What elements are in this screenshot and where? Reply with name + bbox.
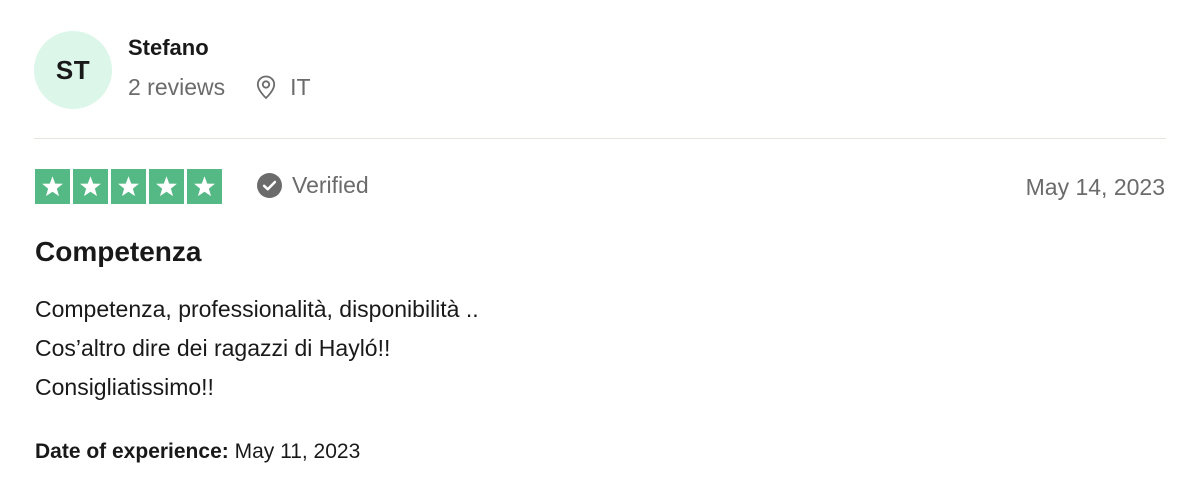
reviewer-country: IT [290,74,311,100]
star-icon [149,169,184,204]
star-icon [35,169,70,204]
reviewer-meta: 2 reviews IT [128,74,311,101]
experience-date: May 11, 2023 [228,440,361,463]
star-icon [187,169,222,204]
avatar[interactable]: ST [34,31,112,109]
reviews-count: 2 reviews [128,74,226,100]
star-rating [35,169,222,204]
review-body: Competenza, professionalità, disponibili… [35,290,479,407]
review-line: Competenza, professionalità, disponibili… [35,296,479,322]
review-title[interactable]: Competenza [35,236,201,268]
date-of-experience: Date of experience: May 11, 2023 [35,440,360,464]
review-date: May 14, 2023 [1025,174,1165,200]
reviewer-name[interactable]: Stefano [128,35,209,61]
location-pin-icon [255,75,277,101]
star-icon [73,169,108,204]
star-icon [111,169,146,204]
review-line: Consigliatissimo!! [35,374,214,400]
verified-label: Verified [292,172,369,198]
verified-badge[interactable]: Verified [257,172,369,199]
divider [34,138,1166,139]
experience-label: Date of experience: [35,440,229,463]
review-line: Cos’altro dire dei ragazzi di Hayló!! [35,335,391,361]
review-card: ST Stefano 2 reviews IT Verified May 14,… [0,0,1200,495]
check-circle-icon [257,173,282,198]
